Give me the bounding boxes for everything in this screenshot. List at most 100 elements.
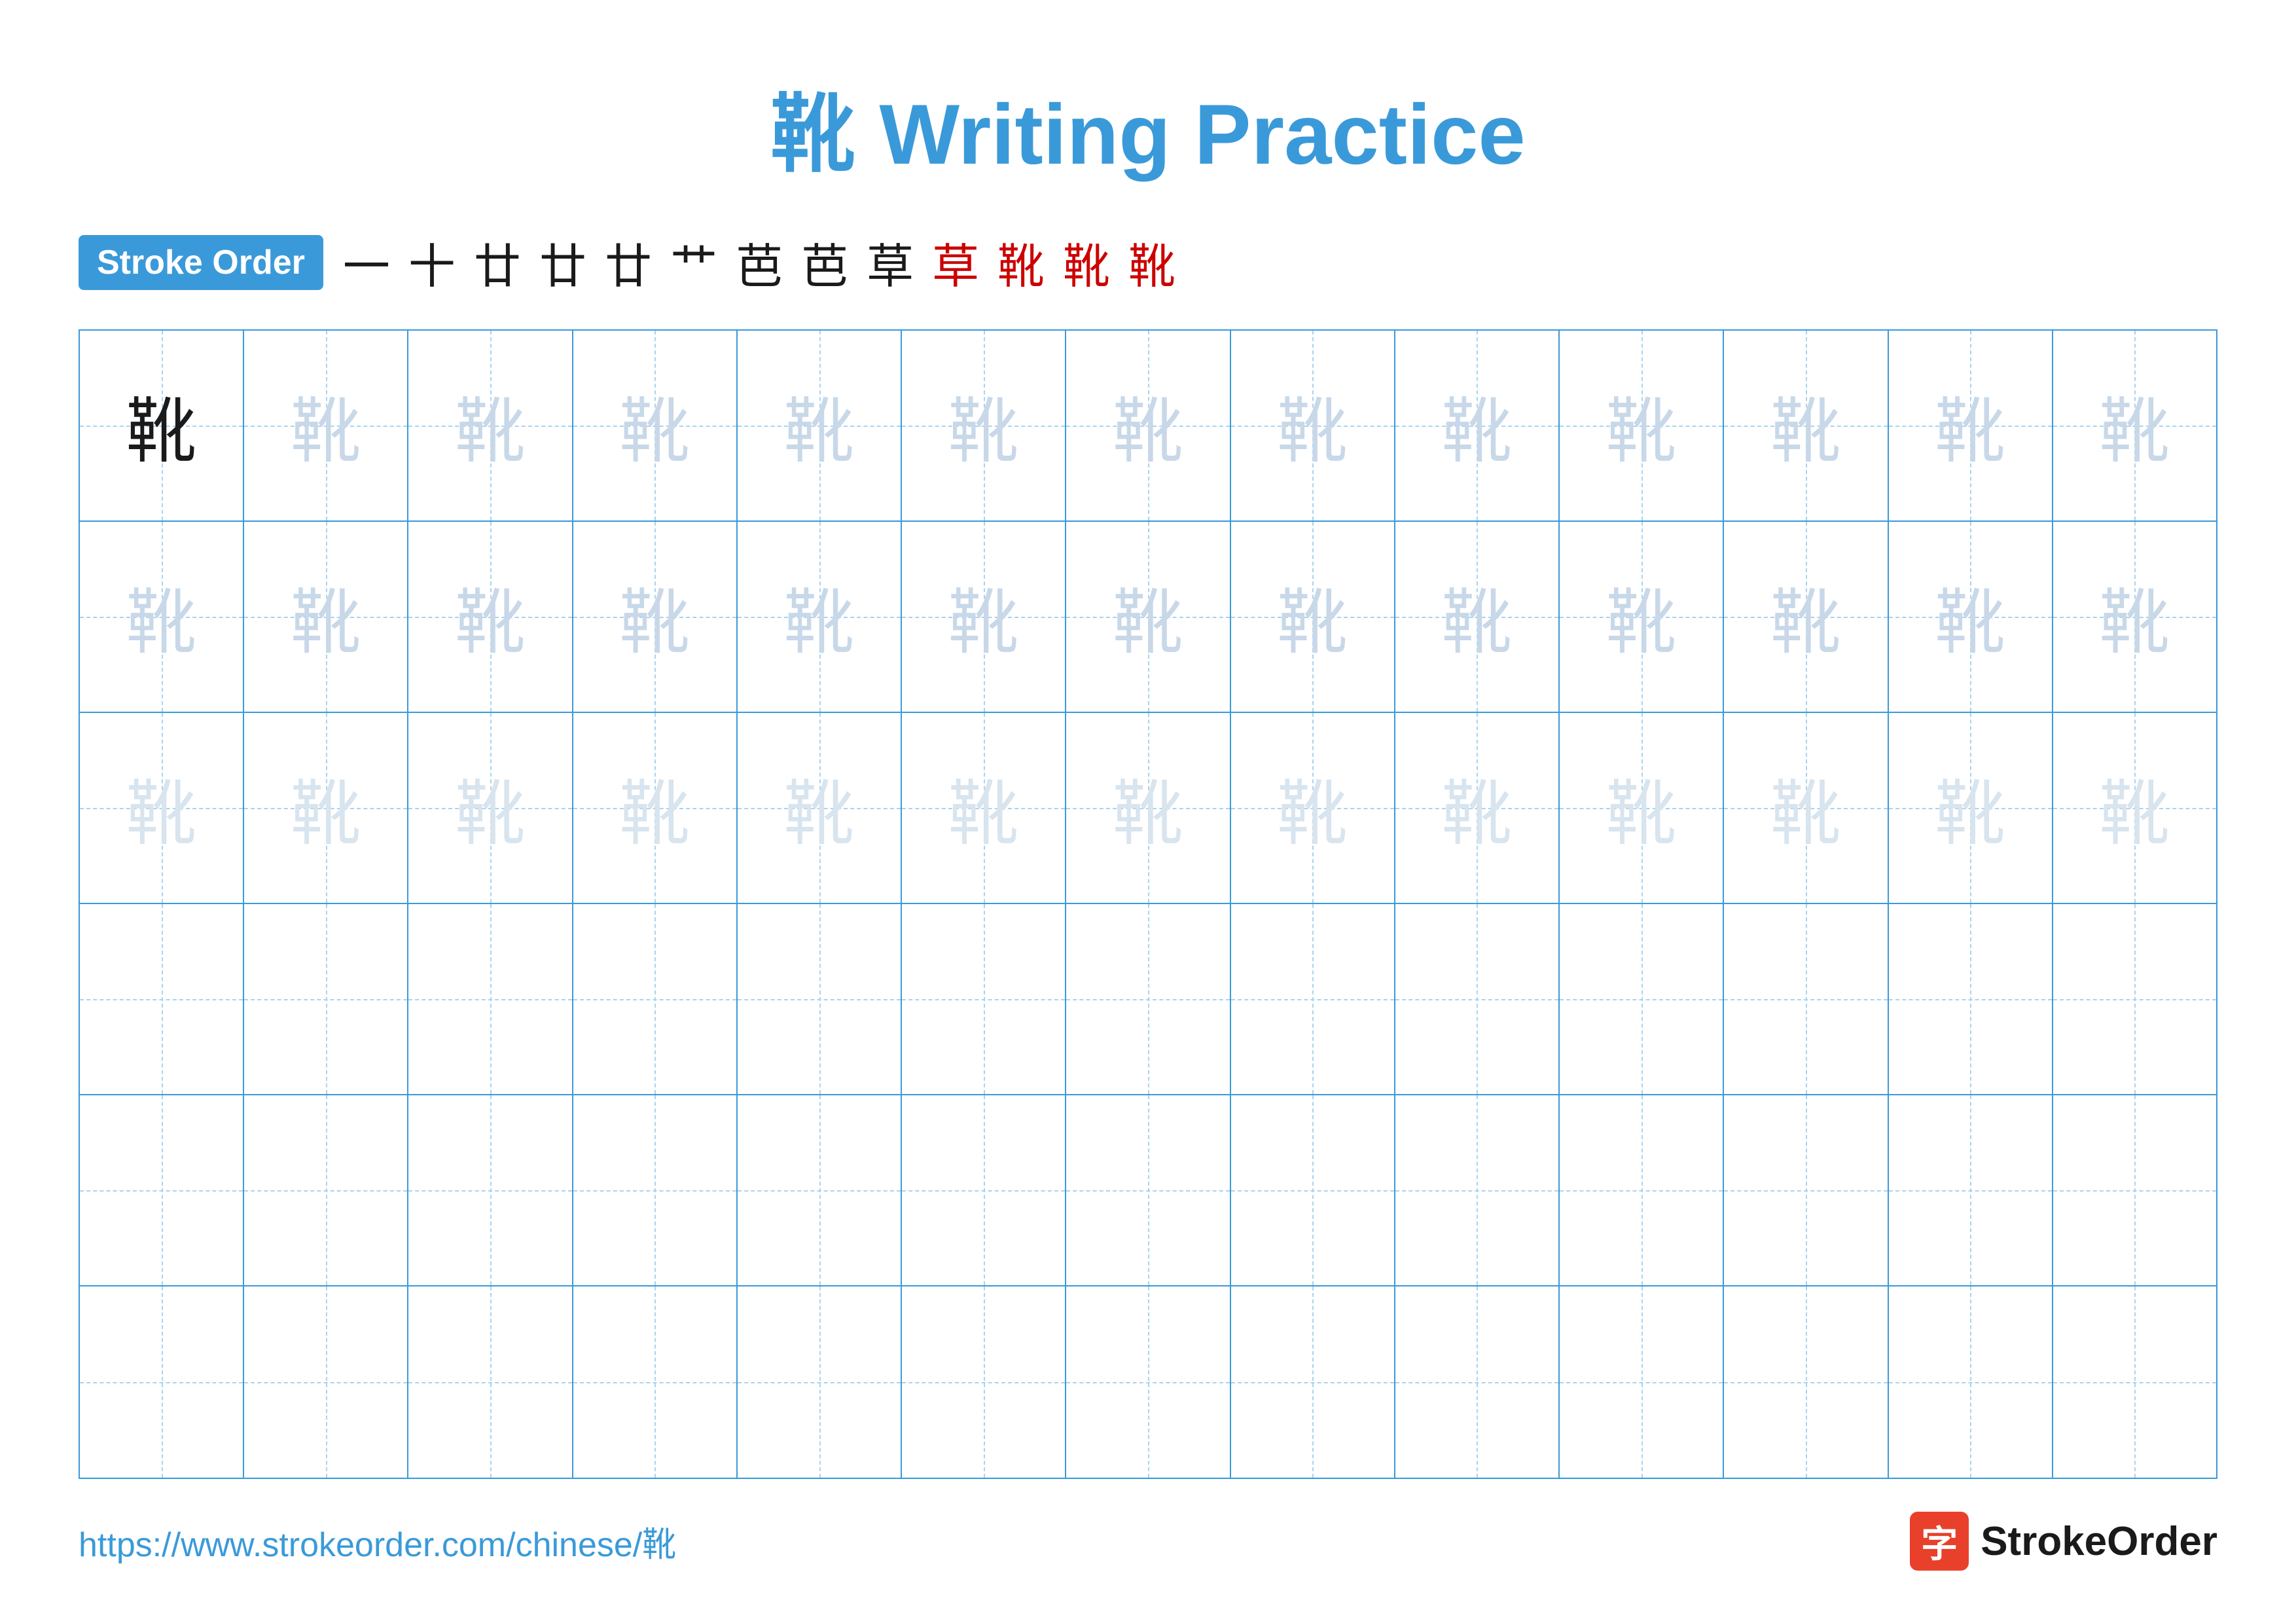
grid-cell-r6-c1[interactable]	[80, 1286, 244, 1478]
grid-cell-r3-c7[interactable]: 靴	[1066, 713, 1230, 903]
grid-cell-r6-c11[interactable]	[1724, 1286, 1888, 1478]
grid-cell-r2-c7[interactable]: 靴	[1066, 522, 1230, 712]
grid-cell-r6-c4[interactable]	[573, 1286, 738, 1478]
grid-cell-r5-c5[interactable]	[738, 1095, 902, 1285]
grid-cell-r1-c2[interactable]: 靴	[244, 331, 408, 520]
stroke-4: 廿	[539, 228, 586, 297]
grid-cell-r5-c11[interactable]	[1724, 1095, 1888, 1285]
grid-cell-r4-c10[interactable]	[1560, 904, 1724, 1094]
stroke-7: 芭	[736, 228, 783, 297]
grid-cell-r5-c3[interactable]	[408, 1095, 573, 1285]
stroke-9: 草	[867, 228, 914, 297]
grid-cell-r5-c2[interactable]	[244, 1095, 408, 1285]
grid-cell-r1-c12[interactable]: 靴	[1889, 331, 2053, 520]
grid-cell-r2-c10[interactable]: 靴	[1560, 522, 1724, 712]
grid-cell-r6-c13[interactable]	[2053, 1286, 2216, 1478]
grid-cell-r1-c10[interactable]: 靴	[1560, 331, 1724, 520]
grid-cell-r3-c9[interactable]: 靴	[1395, 713, 1560, 903]
stroke-order-badge: Stroke Order	[79, 235, 323, 290]
grid-cell-r6-c3[interactable]	[408, 1286, 573, 1478]
grid-cell-r2-c11[interactable]: 靴	[1724, 522, 1888, 712]
grid-cell-r3-c11[interactable]: 靴	[1724, 713, 1888, 903]
grid-cell-r2-c9[interactable]: 靴	[1395, 522, 1560, 712]
char-light1: 靴	[291, 566, 361, 668]
grid-cell-r2-c13[interactable]: 靴	[2053, 522, 2216, 712]
grid-cell-r1-c11[interactable]: 靴	[1724, 331, 1888, 520]
footer-url[interactable]: https://www.strokeorder.com/chinese/靴	[79, 1517, 676, 1566]
grid-cell-r4-c9[interactable]	[1395, 904, 1560, 1094]
grid-cell-r6-c6[interactable]	[902, 1286, 1066, 1478]
grid-cell-r3-c13[interactable]: 靴	[2053, 713, 2216, 903]
grid-cell-r4-c7[interactable]	[1066, 904, 1230, 1094]
grid-cell-r1-c5[interactable]: 靴	[738, 331, 902, 520]
grid-cell-r5-c7[interactable]	[1066, 1095, 1230, 1285]
grid-cell-r1-c6[interactable]: 靴	[902, 331, 1066, 520]
grid-cell-r4-c6[interactable]	[902, 904, 1066, 1094]
grid-cell-r3-c4[interactable]: 靴	[573, 713, 738, 903]
grid-cell-r6-c12[interactable]	[1889, 1286, 2053, 1478]
grid-cell-r5-c10[interactable]	[1560, 1095, 1724, 1285]
grid-cell-r3-c5[interactable]: 靴	[738, 713, 902, 903]
char-light2: 靴	[1606, 757, 1677, 859]
char-light1: 靴	[291, 374, 361, 477]
grid-cell-r2-c6[interactable]: 靴	[902, 522, 1066, 712]
grid-cell-r5-c4[interactable]	[573, 1095, 738, 1285]
char-light1: 靴	[948, 374, 1019, 477]
grid-cell-r1-c9[interactable]: 靴	[1395, 331, 1560, 520]
grid-cell-r4-c13[interactable]	[2053, 904, 2216, 1094]
grid-cell-r4-c3[interactable]	[408, 904, 573, 1094]
char-light2: 靴	[1441, 757, 1512, 859]
grid-cell-r2-c8[interactable]: 靴	[1231, 522, 1395, 712]
grid-cell-r1-c13[interactable]: 靴	[2053, 331, 2216, 520]
stroke-13: 靴	[1128, 228, 1175, 297]
grid-cell-r5-c9[interactable]	[1395, 1095, 1560, 1285]
grid-cell-r4-c4[interactable]	[573, 904, 738, 1094]
grid-cell-r3-c3[interactable]: 靴	[408, 713, 573, 903]
grid-cell-r5-c1[interactable]	[80, 1095, 244, 1285]
strokeorder-icon: 字	[1910, 1512, 1969, 1571]
grid-cell-r5-c6[interactable]	[902, 1095, 1066, 1285]
char-light1: 靴	[1441, 566, 1512, 668]
grid-cell-r2-c4[interactable]: 靴	[573, 522, 738, 712]
grid-cell-r4-c8[interactable]	[1231, 904, 1395, 1094]
grid-cell-r2-c1[interactable]: 靴	[80, 522, 244, 712]
grid-cell-r3-c8[interactable]: 靴	[1231, 713, 1395, 903]
grid-cell-r2-c2[interactable]: 靴	[244, 522, 408, 712]
grid-row-2: 靴 靴 靴 靴 靴 靴 靴 靴 靴 靴 靴 靴 靴	[80, 522, 2216, 713]
grid-cell-r6-c5[interactable]	[738, 1286, 902, 1478]
char-light1: 靴	[455, 374, 526, 477]
grid-cell-r6-c2[interactable]	[244, 1286, 408, 1478]
grid-cell-r2-c3[interactable]: 靴	[408, 522, 573, 712]
grid-cell-r5-c12[interactable]	[1889, 1095, 2053, 1285]
grid-cell-r3-c2[interactable]: 靴	[244, 713, 408, 903]
grid-cell-r3-c1[interactable]: 靴	[80, 713, 244, 903]
grid-cell-r1-c8[interactable]: 靴	[1231, 331, 1395, 520]
grid-cell-r4-c11[interactable]	[1724, 904, 1888, 1094]
grid-cell-r3-c12[interactable]: 靴	[1889, 713, 2053, 903]
grid-cell-r2-c5[interactable]: 靴	[738, 522, 902, 712]
grid-cell-r6-c9[interactable]	[1395, 1286, 1560, 1478]
char-light1: 靴	[2099, 374, 2170, 477]
grid-cell-r5-c8[interactable]	[1231, 1095, 1395, 1285]
logo-icon-char: 字	[1921, 1515, 1958, 1568]
grid-cell-r1-c7[interactable]: 靴	[1066, 331, 1230, 520]
grid-cell-r4-c1[interactable]	[80, 904, 244, 1094]
grid-cell-r4-c5[interactable]	[738, 904, 902, 1094]
footer-logo: 字 StrokeOrder	[1910, 1512, 2217, 1571]
grid-cell-r2-c12[interactable]: 靴	[1889, 522, 2053, 712]
grid-cell-r5-c13[interactable]	[2053, 1095, 2216, 1285]
grid-row-6	[80, 1286, 2216, 1478]
grid-cell-r3-c10[interactable]: 靴	[1560, 713, 1724, 903]
grid-cell-r4-c2[interactable]	[244, 904, 408, 1094]
grid-cell-r1-c4[interactable]: 靴	[573, 331, 738, 520]
grid-cell-r6-c10[interactable]	[1560, 1286, 1724, 1478]
grid-cell-r1-c3[interactable]: 靴	[408, 331, 573, 520]
char-light1: 靴	[1277, 566, 1348, 668]
grid-cell-r6-c8[interactable]	[1231, 1286, 1395, 1478]
grid-cell-r1-c1[interactable]: 靴	[80, 331, 244, 520]
grid-cell-r6-c7[interactable]	[1066, 1286, 1230, 1478]
char-light2: 靴	[126, 757, 197, 859]
grid-cell-r4-c12[interactable]	[1889, 904, 2053, 1094]
grid-cell-r3-c6[interactable]: 靴	[902, 713, 1066, 903]
char-light1: 靴	[126, 566, 197, 668]
